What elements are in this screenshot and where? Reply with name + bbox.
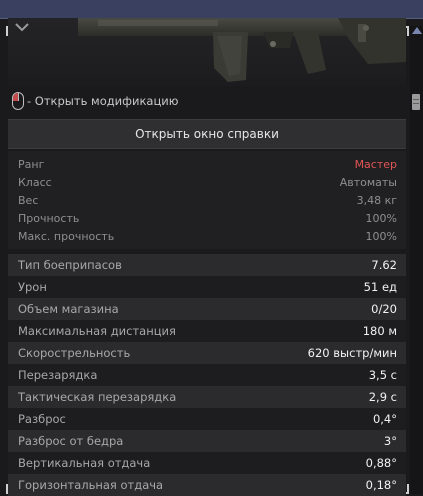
stat-label: Тактическая перезарядка bbox=[18, 390, 177, 404]
info-label: Вес bbox=[18, 193, 39, 207]
stat-value: 51 ед bbox=[363, 280, 397, 294]
modification-hint: - Открыть модификацию bbox=[12, 90, 178, 112]
scroll-up-arrow-icon[interactable] bbox=[412, 27, 422, 34]
info-row-class: Класс Автоматы bbox=[18, 173, 397, 191]
info-label: Прочность bbox=[18, 211, 80, 225]
info-value: Автоматы bbox=[339, 175, 397, 189]
stat-row: Вертикальная отдача 0,88° bbox=[8, 452, 406, 474]
weapon-image bbox=[8, 18, 406, 86]
stat-row: Разброс от бедра 3° bbox=[8, 430, 406, 452]
info-row-weight: Вес 3,48 кг bbox=[18, 191, 397, 209]
stat-value: 0/20 bbox=[371, 302, 397, 316]
stat-label: Тип боеприпасов bbox=[18, 258, 122, 272]
stat-value: 0,88° bbox=[365, 456, 397, 470]
stat-value: 0,18° bbox=[365, 478, 397, 492]
stat-row: Скорострельность 620 выстр/мин bbox=[8, 342, 406, 364]
info-label: Класс bbox=[18, 175, 52, 189]
weapon-stats-table: Тип боеприпасов 7.62 Урон 51 ед Объем ма… bbox=[8, 254, 406, 496]
open-help-button[interactable]: Открыть окно справки bbox=[8, 119, 406, 149]
top-banner bbox=[0, 0, 423, 19]
stat-row: Тип боеприпасов 7.62 bbox=[8, 254, 406, 276]
stat-row: Перезарядка 3,5 с bbox=[8, 364, 406, 386]
stat-row: Максимальная дистанция 180 м bbox=[8, 320, 406, 342]
info-value: 100% bbox=[365, 211, 397, 225]
stat-label: Горизонтальная отдача bbox=[18, 478, 164, 492]
stat-label: Перезарядка bbox=[18, 368, 98, 382]
stat-label: Урон bbox=[18, 280, 47, 294]
stat-value: 3,5 с bbox=[368, 368, 397, 382]
stat-value: 7.62 bbox=[371, 258, 397, 272]
stat-row: Тактическая перезарядка 2,9 с bbox=[8, 386, 406, 408]
stat-label: Вертикальная отдача bbox=[18, 456, 151, 470]
modification-hint-text: - Открыть модификацию bbox=[27, 94, 179, 108]
info-value: 100% bbox=[365, 229, 397, 243]
info-row-max-durability: Макс. прочность 100% bbox=[18, 227, 397, 245]
stat-value: 180 м bbox=[362, 324, 397, 338]
stat-label: Объем магазина bbox=[18, 302, 119, 316]
stat-label: Максимальная дистанция bbox=[18, 324, 176, 338]
stat-value: 2,9 с bbox=[368, 390, 397, 404]
stat-value: 0,4° bbox=[372, 412, 397, 426]
info-label: Макс. прочность bbox=[18, 229, 115, 243]
rifle-icon bbox=[15, 18, 406, 82]
stat-row: Объем магазина 0/20 bbox=[8, 298, 406, 320]
info-row-rank: Ранг Мастер bbox=[18, 155, 397, 173]
info-row-durability: Прочность 100% bbox=[18, 209, 397, 227]
stat-label: Разброс bbox=[18, 412, 66, 426]
scroll-thumb[interactable] bbox=[412, 94, 420, 110]
stat-label: Разброс от бедра bbox=[18, 434, 124, 448]
scrollbar[interactable] bbox=[410, 26, 423, 494]
info-value: 3,48 кг bbox=[356, 193, 397, 207]
general-info-panel: Ранг Мастер Класс Автоматы Вес 3,48 кг П… bbox=[8, 151, 406, 249]
stat-row: Горизонтальная отдача 0,18° bbox=[8, 474, 406, 496]
stat-value: 620 выстр/мин bbox=[307, 346, 397, 360]
stat-label: Скорострельность bbox=[18, 346, 131, 360]
info-label: Ранг bbox=[18, 157, 45, 171]
rank-value: Мастер bbox=[354, 157, 397, 171]
stat-row: Урон 51 ед bbox=[8, 276, 406, 298]
stat-value: 3° bbox=[383, 434, 397, 448]
stat-row: Разброс 0,4° bbox=[8, 408, 406, 430]
mouse-left-click-icon bbox=[12, 92, 24, 110]
